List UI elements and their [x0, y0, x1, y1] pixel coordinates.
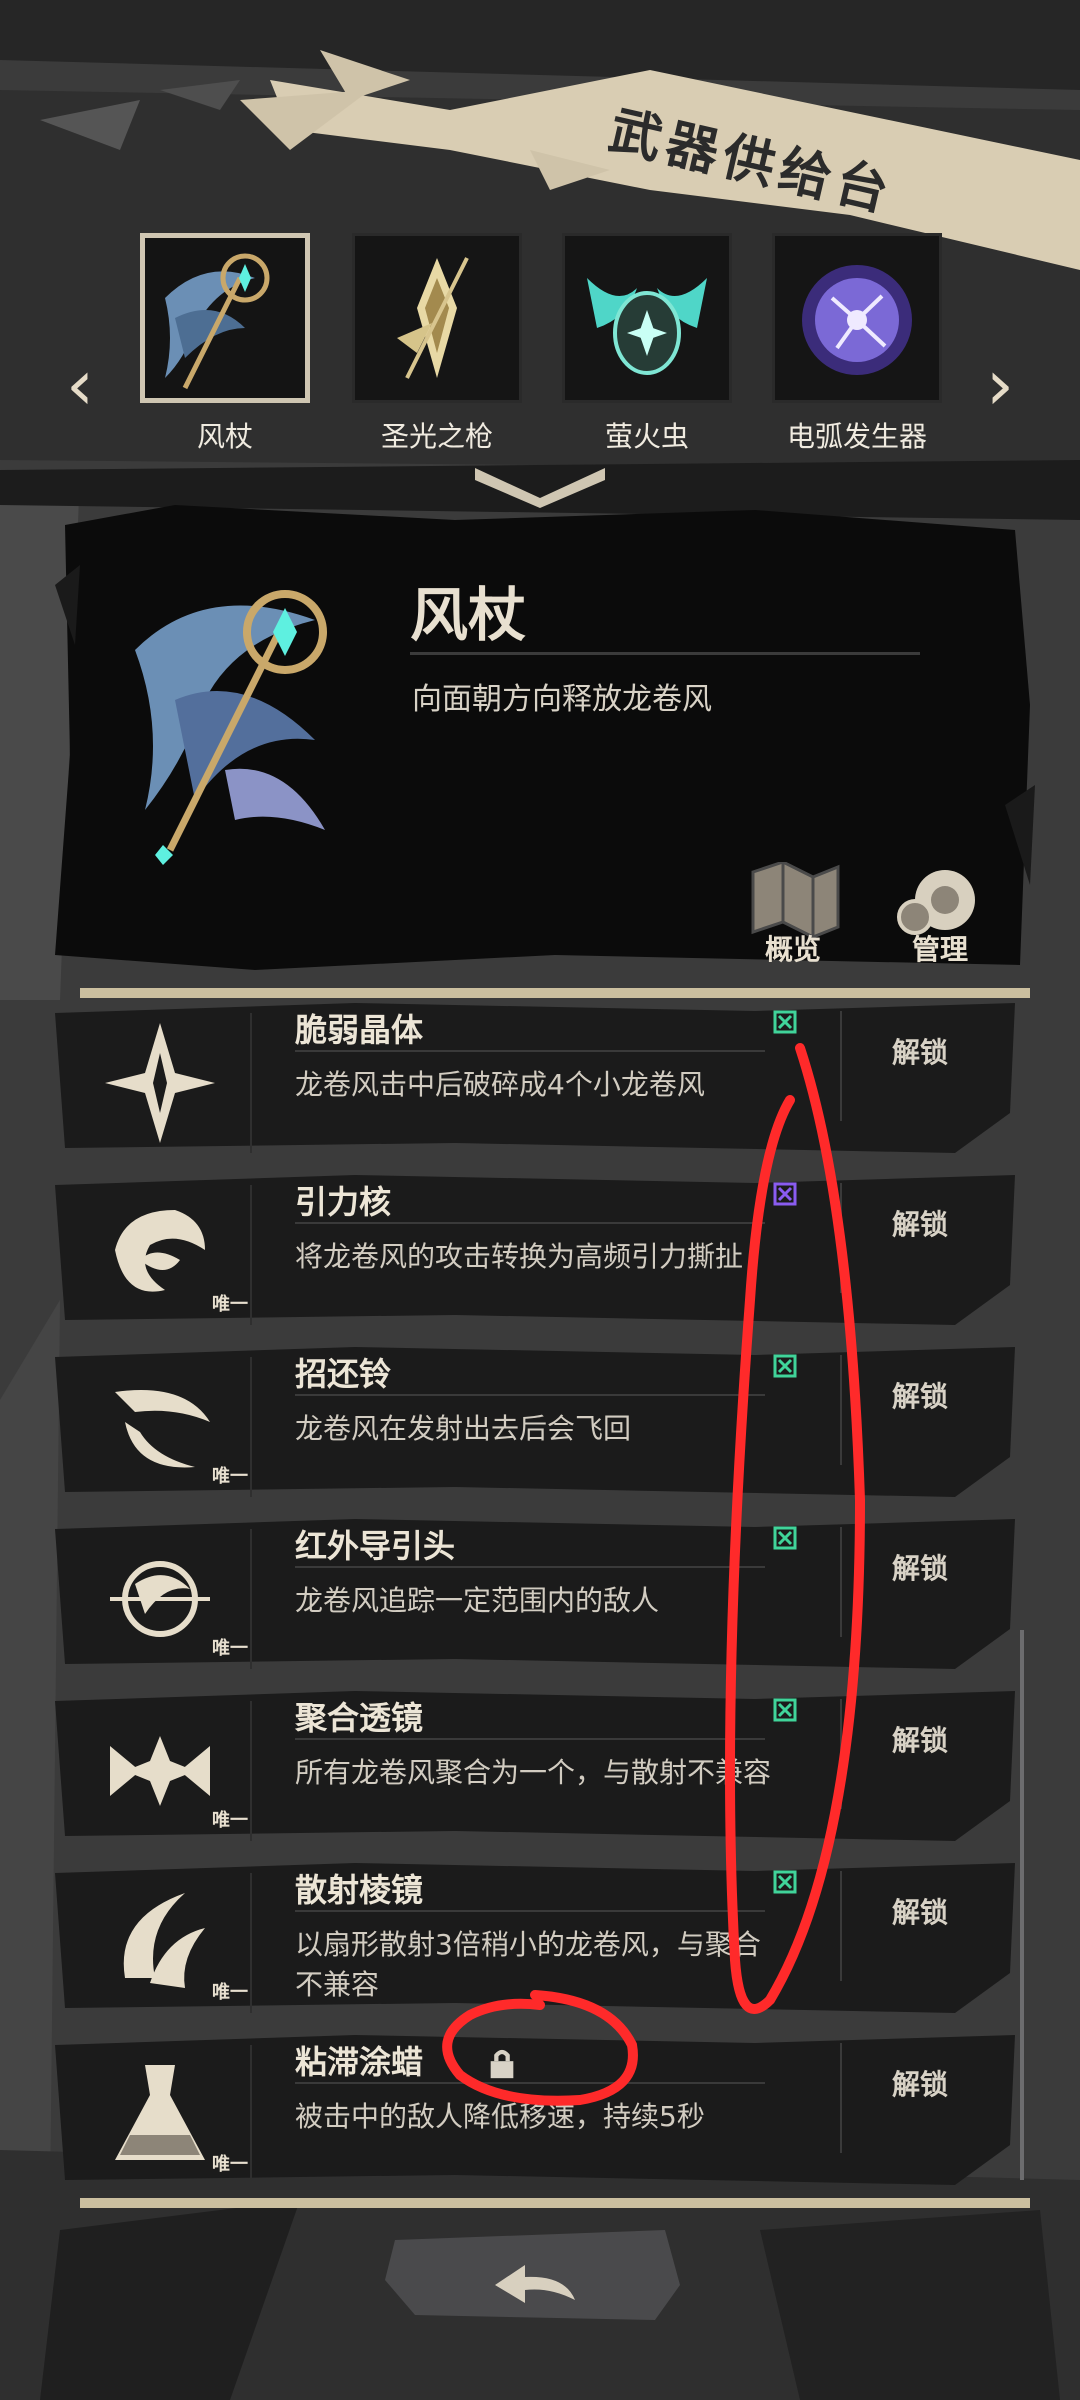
prism-icon	[123, 1893, 205, 1988]
weapon-card-firefly[interactable]: 萤火虫	[562, 233, 732, 453]
type-tag-icon	[773, 1870, 797, 1894]
chevron-down-icon	[475, 468, 605, 508]
overview-label: 概览	[764, 933, 821, 966]
arc-generator-icon	[802, 265, 912, 375]
row-line	[295, 1910, 765, 1912]
back-button[interactable]	[385, 2225, 685, 2325]
unlock-divider	[840, 2043, 842, 2153]
unlock-button[interactable]: 解锁	[850, 1519, 990, 1619]
unlock-button[interactable]: 解锁	[850, 1175, 990, 1275]
manage-label: 管理	[911, 933, 968, 966]
boomerang-icon	[115, 1390, 210, 1468]
row-line	[295, 1566, 765, 1568]
unlock-button[interactable]: 解锁	[850, 1347, 990, 1447]
upgrade-name: 散射棱镜	[295, 1871, 424, 1909]
type-tag-icon	[773, 1354, 797, 1378]
unlock-button[interactable]: 解锁	[850, 1003, 990, 1103]
weapon-card-arc-generator[interactable]: 电弧发生器	[772, 233, 942, 453]
row-line	[295, 1050, 765, 1052]
list-scrollbar[interactable]	[1020, 1630, 1024, 2180]
type-tag-icon	[773, 1526, 797, 1550]
unique-badge: 唯一	[212, 1466, 248, 1487]
row-line	[295, 1738, 765, 1740]
upgrade-name: 红外导引头	[295, 1527, 456, 1565]
upgrade-description: 将龙卷风的攻击转换为高频引力撕扯	[295, 1240, 744, 1273]
upgrade-name: 粘滞涂蜡	[295, 2043, 424, 2081]
upgrade-name: 脆弱晶体	[295, 1011, 424, 1049]
holy-lance-icon	[397, 257, 469, 379]
weapon-name: 萤火虫	[604, 420, 689, 453]
list-item[interactable]: 脆弱晶体 龙卷风击中后破碎成4个小龙卷风 解锁	[55, 1003, 1015, 1163]
row-divider	[250, 1701, 252, 1841]
unique-badge: 唯一	[212, 1810, 248, 1831]
weapon-name: 风杖	[196, 420, 253, 453]
list-frame-bottom	[80, 2198, 1030, 2208]
list-item[interactable]: 唯一 聚合透镜 所有龙卷风聚合为一个，与散射不兼容 解锁	[55, 1691, 1015, 1851]
upgrade-description: 以扇形散射3倍稍小的龙卷风，与聚合不兼容	[295, 1928, 761, 2001]
weapon-card-holy-lance[interactable]: 圣光之枪	[352, 233, 522, 453]
upgrade-name: 聚合透镜	[295, 1699, 424, 1737]
row-divider	[250, 2045, 252, 2185]
lens-icon	[110, 1736, 210, 1806]
vortex-icon	[115, 1210, 205, 1292]
list-item[interactable]: 唯一 粘滞涂蜡 被击中的敌人降低移速，持续5秒 解锁	[55, 2035, 1015, 2195]
upgrade-description: 龙卷风追踪一定范围内的敌人	[295, 1584, 660, 1617]
row-divider	[250, 1873, 252, 2013]
upgrade-description: 被击中的敌人降低移速，持续5秒	[295, 2100, 705, 2133]
wind-staff-icon	[165, 253, 270, 390]
weapon-carousel: ‹ 风杖 圣光之枪 萤火虫 电弧发生器 ›	[0, 225, 1080, 455]
list-item[interactable]: 唯一 招还铃 龙卷风在发射出去后会飞回 解锁	[55, 1347, 1015, 1507]
weapon-card-wind-staff[interactable]: 风杖	[140, 233, 310, 453]
list-frame-top	[80, 988, 1030, 998]
lock-tag-icon	[490, 2049, 514, 2079]
detail-divider	[410, 652, 920, 655]
row-line	[295, 1222, 765, 1224]
flask-icon	[115, 2065, 205, 2160]
row-line	[295, 1394, 765, 1396]
row-divider	[250, 1357, 252, 1497]
weapon-detail-name: 风杖	[410, 581, 527, 649]
unlock-divider	[840, 1699, 842, 1809]
list-item[interactable]: 唯一 引力核 将龙卷风的攻击转换为高频引力撕扯 解锁	[55, 1175, 1015, 1335]
manage-button[interactable]: 管理	[890, 862, 990, 972]
unique-badge: 唯一	[212, 1982, 248, 2003]
unlock-divider	[840, 1871, 842, 1981]
unlock-divider	[840, 1011, 842, 1121]
row-line	[295, 2082, 765, 2084]
upgrade-description: 龙卷风在发射出去后会飞回	[295, 1412, 632, 1445]
upgrade-description: 龙卷风击中后破碎成4个小龙卷风	[295, 1068, 705, 1101]
firefly-icon	[587, 278, 707, 375]
homing-icon	[110, 1561, 210, 1637]
upgrade-name: 引力核	[295, 1183, 392, 1221]
crystal-icon	[105, 1023, 215, 1143]
unlock-button[interactable]: 解锁	[850, 2035, 990, 2135]
unique-badge: 唯一	[212, 1294, 248, 1315]
upgrade-list[interactable]: 脆弱晶体 龙卷风击中后破碎成4个小龙卷风 解锁 唯一 引力核 将龙卷风的攻击转换…	[55, 1003, 1015, 2198]
overview-button[interactable]: 概览	[743, 860, 843, 972]
list-item[interactable]: 唯一 散射棱镜 以扇形散射3倍稍小的龙卷风，与聚合不兼容 解锁	[55, 1863, 1015, 2023]
weapon-name: 电弧发生器	[786, 420, 927, 453]
list-item[interactable]: 唯一 红外导引头 龙卷风追踪一定范围内的敌人 解锁	[55, 1519, 1015, 1679]
chevron-left-icon[interactable]: ‹	[50, 340, 110, 430]
unique-badge: 唯一	[212, 2154, 248, 2175]
upgrade-description: 所有龙卷风聚合为一个，与散射不兼容	[295, 1756, 772, 1789]
type-tag-icon	[773, 1182, 797, 1206]
row-divider	[250, 1013, 252, 1153]
row-divider	[250, 1529, 252, 1669]
row-divider	[250, 1185, 252, 1325]
upgrade-name: 招还铃	[295, 1355, 392, 1393]
unlock-divider	[840, 1355, 842, 1465]
unlock-button[interactable]: 解锁	[850, 1863, 990, 1963]
wind-staff-large-icon	[135, 590, 327, 865]
weapon-detail-description: 向面朝方向释放龙卷风	[412, 682, 712, 717]
type-tag-icon	[773, 1010, 797, 1034]
unlock-button[interactable]: 解锁	[850, 1691, 990, 1791]
weapon-name: 圣光之枪	[380, 420, 493, 453]
unlock-divider	[840, 1527, 842, 1637]
unique-badge: 唯一	[212, 1638, 248, 1659]
unlock-divider	[840, 1183, 842, 1293]
type-tag-icon	[773, 1698, 797, 1722]
chevron-right-icon[interactable]: ›	[970, 340, 1030, 430]
